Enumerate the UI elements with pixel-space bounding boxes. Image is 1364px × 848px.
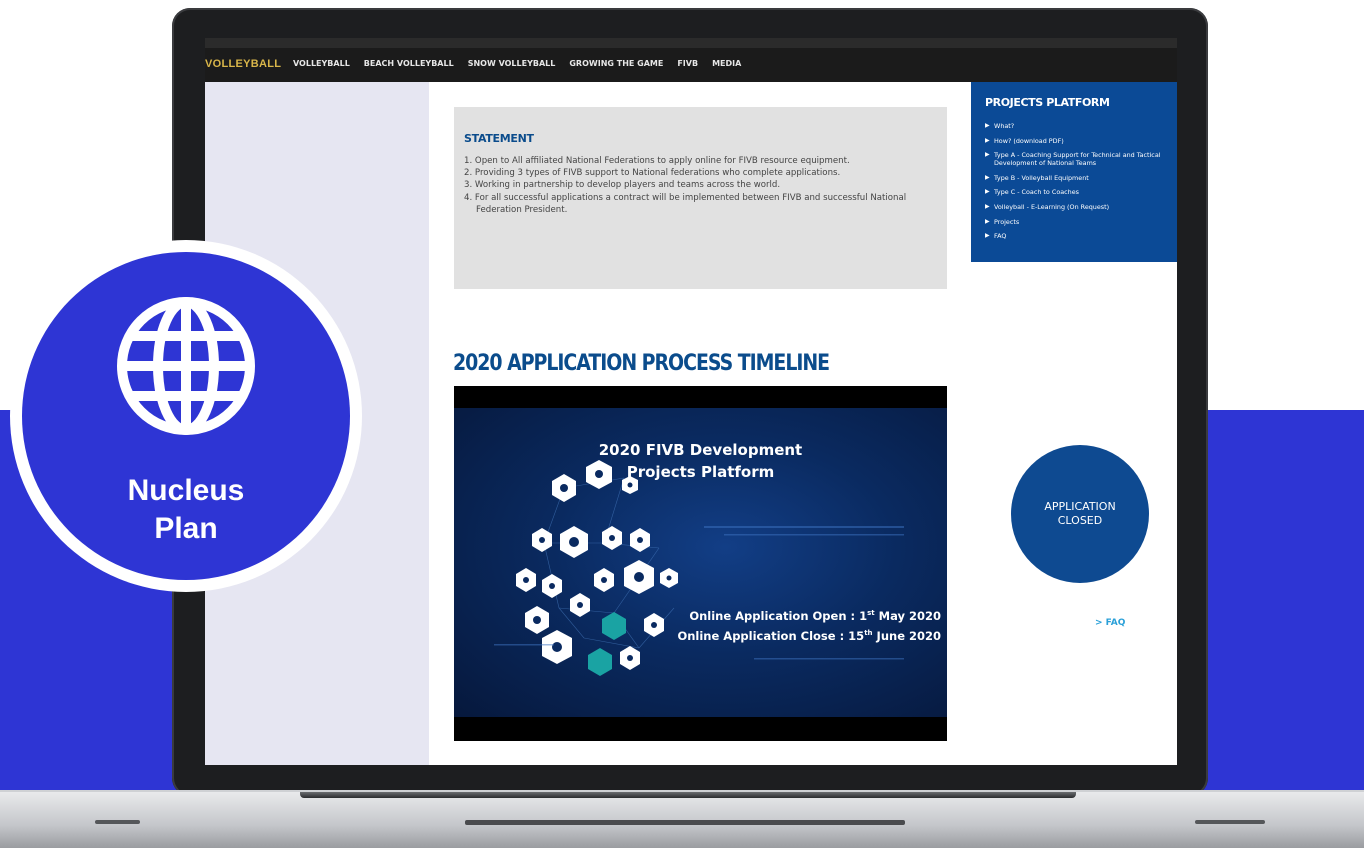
projects-platform-menu: ▶ What? ▶ How? (download PDF) ▶ Type A - Co… (985, 122, 1177, 247)
badge-label-line1: Nucleus (127, 474, 245, 507)
nav-links: VOLLEYBALL BEACH VOLLEYBALL SNOW VOLLEYB… (293, 59, 741, 68)
statement-item: 2. Providing 3 types of FIVB support to … (464, 168, 841, 179)
sidebar-item-label: Type B - Volleyball Equipment (994, 173, 1089, 182)
sidebar-item-label: How? (download PDF) (994, 136, 1064, 145)
nav-link-volleyball[interactable]: VOLLEYBALL (293, 59, 350, 68)
caret-right-icon: ▶ (985, 173, 990, 181)
caret-right-icon: ▶ (985, 136, 990, 144)
badge-label-line2: Plan (154, 512, 218, 545)
video-title-line2: Projects Platform (626, 463, 775, 481)
nav-link-snow-volleyball[interactable]: SNOW VOLLEYBALL (468, 59, 556, 68)
sidebar-item-label: Type A - Coaching Support for Technical … (994, 151, 1161, 168)
nav-link-growing-the-game[interactable]: GROWING THE GAME (569, 59, 663, 68)
caret-right-icon: ▶ (985, 232, 990, 240)
faq-link[interactable]: > FAQ (1095, 618, 1125, 628)
globe-icon (117, 297, 255, 435)
sidebar-item-e-learning[interactable]: ▶ Volleyball - E-Learning (On Request) (985, 203, 1177, 211)
sidebar-item-label: What? (994, 122, 1015, 130)
caret-right-icon: ▶ (985, 217, 990, 225)
status-line2: CLOSED (1057, 514, 1103, 527)
sidebar-item-label: FAQ (994, 232, 1007, 241)
badge-label: Nucleus Plan (22, 472, 350, 548)
open-date-text: Online Application Open : 1 (689, 609, 868, 623)
close-date-text: Online Application Close : 15 (677, 629, 865, 643)
statement-box: STATEMENT 1. Open to All affiliated Nati… (454, 107, 947, 289)
sidebar-item-label: Type C - Coach to Coaches (994, 188, 1079, 197)
close-date-line: Online Application Close : 15th June 202… (677, 629, 941, 643)
timeline-heading: 2020 APPLICATION PROCESS TIMELINE (453, 351, 830, 376)
caret-right-icon: ▶ (985, 202, 990, 210)
application-closed-badge: APPLICATION CLOSED (1011, 445, 1149, 583)
sidebar-item-label: Volleyball - E-Learning (On Request) (994, 202, 1110, 211)
top-navigation: VOLLEYBALL VOLLEYBALL BEACH VOLLEYBALL S… (205, 38, 1177, 82)
open-date-line: Online Application Open : 1st May 2020 (689, 609, 941, 623)
open-date-suffix: st (867, 609, 875, 618)
sidebar-item-type-a[interactable]: ▶ Type A - Coaching Support for Technical… (985, 151, 1177, 167)
nav-link-media[interactable]: MEDIA (712, 59, 741, 68)
sidebar-item-type-b[interactable]: ▶ Type B - Volleyball Equipment (985, 174, 1177, 182)
statement-item: 3. Working in partnership to develop pla… (464, 180, 781, 191)
sidebar-item-type-c[interactable]: ▶ Type C - Coach to Coaches (985, 188, 1177, 196)
statement-item: 1. Open to All affiliated National Feder… (464, 156, 850, 166)
statement-item: 4. For all successful applications a con… (464, 192, 907, 215)
open-date-month: May 2020 (874, 609, 941, 623)
projects-platform-title: PROJECTS PLATFORM (985, 96, 1110, 109)
nav-link-beach-volleyball[interactable]: BEACH VOLLEYBALL (364, 59, 454, 68)
nav-link-fivb[interactable]: FIVB (677, 59, 698, 68)
video-frame: 2020 FIVB Development Projects Platform … (454, 408, 947, 717)
video-title-line1: 2020 FIVB Development (598, 441, 803, 459)
status-line1: APPLICATION (1044, 500, 1116, 513)
caret-right-icon: ▶ (985, 122, 990, 129)
laptop-port-left (95, 820, 140, 824)
site-logo[interactable]: VOLLEYBALL (205, 58, 281, 70)
laptop-notch (465, 820, 905, 825)
statement-list: 1. Open to All affiliated National Feder… (464, 155, 942, 216)
close-date-suffix: th (864, 629, 873, 638)
laptop-base (0, 790, 1364, 848)
statement-title: STATEMENT (464, 132, 534, 145)
projects-platform-panel: PROJECTS PLATFORM ▶ What? ▶ How? (download… (971, 82, 1177, 262)
close-date-month: June 2020 (872, 629, 941, 643)
laptop-hinge (300, 792, 1076, 798)
caret-right-icon: ▶ (985, 151, 990, 159)
sidebar-item-what[interactable]: ▶ What? (985, 122, 1177, 130)
sidebar-item-faq[interactable]: ▶ FAQ (985, 232, 1177, 240)
sidebar-item-how[interactable]: ▶ How? (download PDF) (985, 137, 1177, 145)
sidebar-item-label: Projects (994, 217, 1020, 226)
timeline-video[interactable]: 2020 FIVB Development Projects Platform … (454, 386, 947, 741)
sidebar-item-projects[interactable]: ▶ Projects (985, 218, 1177, 226)
laptop-port-right (1195, 820, 1265, 824)
caret-right-icon: ▶ (985, 188, 990, 196)
